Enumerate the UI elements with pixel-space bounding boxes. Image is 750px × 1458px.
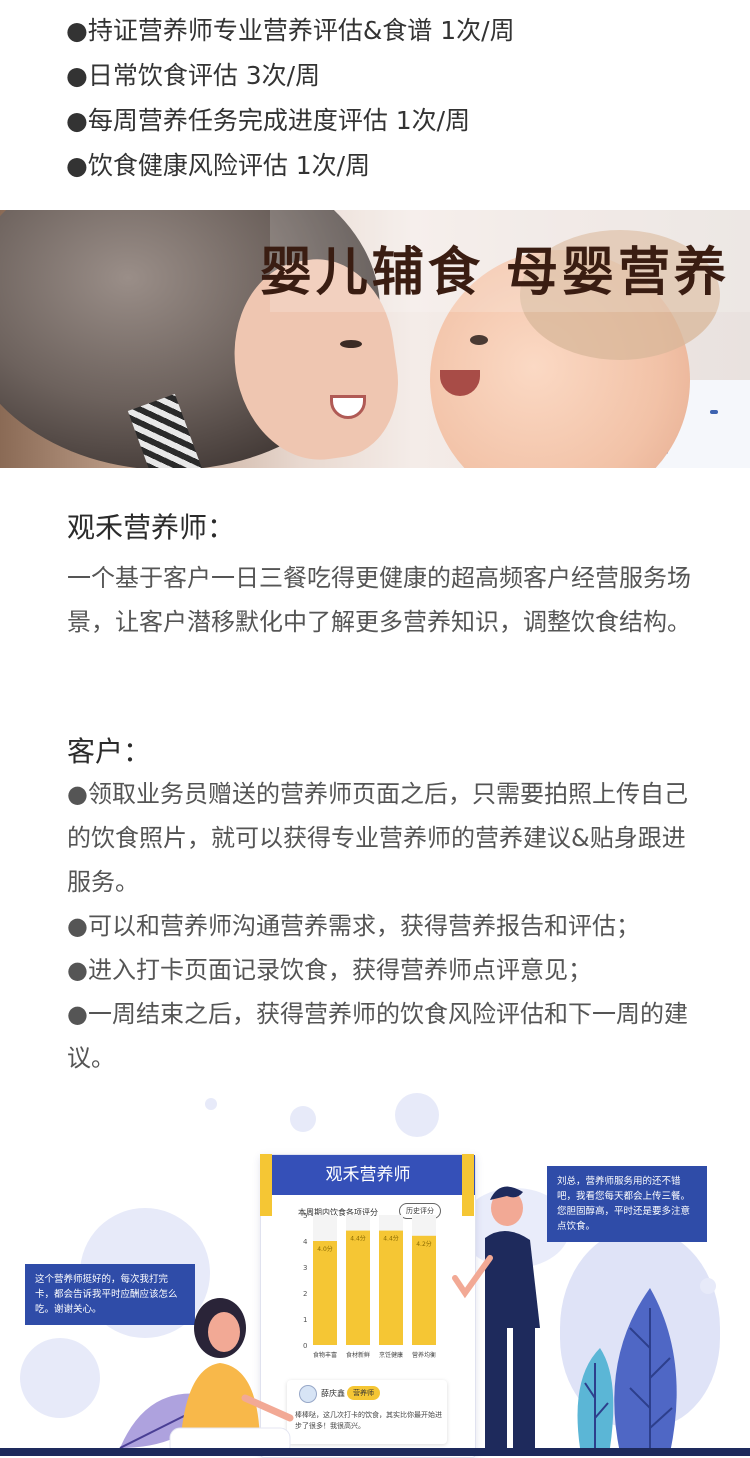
- nutritionist-badge: 营养师: [347, 1386, 380, 1400]
- nutritionist-name: 薛庆鑫: [321, 1389, 345, 1398]
- service-frequency-list: ●持证营养师专业营养评估&食谱 1次/周 ●日常饮食评估 3次/周 ●每周营养任…: [66, 8, 726, 188]
- list-item: ●饮食健康风险评估 1次/周: [66, 151, 371, 180]
- bar-data-label: 4.4分: [350, 1235, 366, 1243]
- y-tick-label: 4: [303, 1238, 308, 1246]
- y-tick-label: 0: [303, 1342, 307, 1350]
- service-illustration: 观禾营养师 本周期内饮食各项评分 历史评分 0 1 2 3 4 5 4.0分 食物丰富 4.4分…: [0, 1088, 750, 1458]
- list-item: ●日常饮食评估 3次/周: [66, 61, 321, 90]
- background-circle: [395, 1093, 439, 1137]
- y-tick-label: 5: [303, 1212, 307, 1220]
- plant-illustration: [577, 1288, 677, 1453]
- background-circle: [205, 1098, 217, 1110]
- avatar: [299, 1385, 317, 1403]
- bar-data-label: 4.2分: [416, 1240, 432, 1248]
- y-tick-label: 1: [303, 1316, 307, 1324]
- customer-section: 客户： ●领取业务员赠送的营养师页面之后，只需要拍照上传自己的饮食照片，就可以获…: [67, 732, 697, 1080]
- man-figure: [452, 1186, 540, 1448]
- bar: [379, 1230, 403, 1345]
- x-category-label: 烹饪健康: [379, 1351, 403, 1359]
- mother-eye: [340, 340, 362, 348]
- list-item: ●持证营养师专业营养评估&食谱 1次/周: [66, 16, 515, 45]
- x-category-label: 食材新鲜: [346, 1351, 370, 1359]
- customer-item: ●领取业务员赠送的营养师页面之后，只需要拍照上传自己的饮食照片，就可以获得专业营…: [67, 780, 688, 896]
- nutritionist-comment-card: 薛庆鑫 营养师 棒棒哒，这几次打卡的饮食，其实比你最开始进步了很多！我很高兴。: [287, 1380, 447, 1444]
- x-category-label: 营养均衡: [412, 1351, 436, 1359]
- page: ●持证营养师专业营养评估&食谱 1次/周 ●日常饮食评估 3次/周 ●每周营养任…: [0, 0, 750, 1458]
- phone-side-accent: [260, 1154, 272, 1216]
- intro-body: 一个基于客户一日三餐吃得更健康的超高频客户经营服务场景，让客户潜移默化中了解更多…: [67, 564, 691, 636]
- customer-title: 客户：: [67, 735, 152, 768]
- customer-item: ●可以和营养师沟通营养需求，获得营养报告和评估；: [67, 912, 640, 940]
- banner-photo: 婴儿辅食 母婴营养: [0, 210, 750, 468]
- bar-data-label: 4.4分: [383, 1235, 399, 1243]
- background-circle: [20, 1338, 100, 1418]
- bar: [346, 1230, 370, 1345]
- background-circle: [290, 1106, 316, 1132]
- list-item: ●每周营养任务完成进度评估 1次/周: [66, 106, 471, 135]
- intro-section: 观禾营养师： 一个基于客户一日三餐吃得更健康的超高频客户经营服务场景，让客户潜移…: [67, 508, 697, 644]
- customer-item: ●一周结束之后，获得营养师的饮食风险评估和下一周的建议。: [67, 1000, 688, 1072]
- shirt-pattern: [710, 410, 718, 414]
- baby-eye: [470, 335, 488, 345]
- x-category-label: 食物丰富: [313, 1351, 337, 1359]
- y-tick-label: 2: [303, 1290, 307, 1298]
- agent-speech-bubble: 刘总，营养师服务用的还不错吧，我看您每天都会上传三餐。您胆固醇高，平时还是要多注…: [547, 1166, 707, 1242]
- bar: [412, 1235, 436, 1345]
- bar-data-label: 4.0分: [317, 1245, 333, 1253]
- bottom-bar: [0, 1448, 750, 1456]
- woman-figure: [169, 1298, 294, 1456]
- nutritionist-comment: 棒棒哒，这几次打卡的饮食，其实比你最开始进步了很多！我很高兴。: [295, 1411, 442, 1430]
- y-tick-label: 3: [303, 1264, 307, 1272]
- intro-title: 观禾营养师：: [67, 511, 236, 544]
- bar: [313, 1241, 337, 1345]
- banner-title: 婴儿辅食 母婴营养: [259, 242, 730, 303]
- customer-item: ●进入打卡页面记录饮食，获得营养师点评意见；: [67, 956, 592, 984]
